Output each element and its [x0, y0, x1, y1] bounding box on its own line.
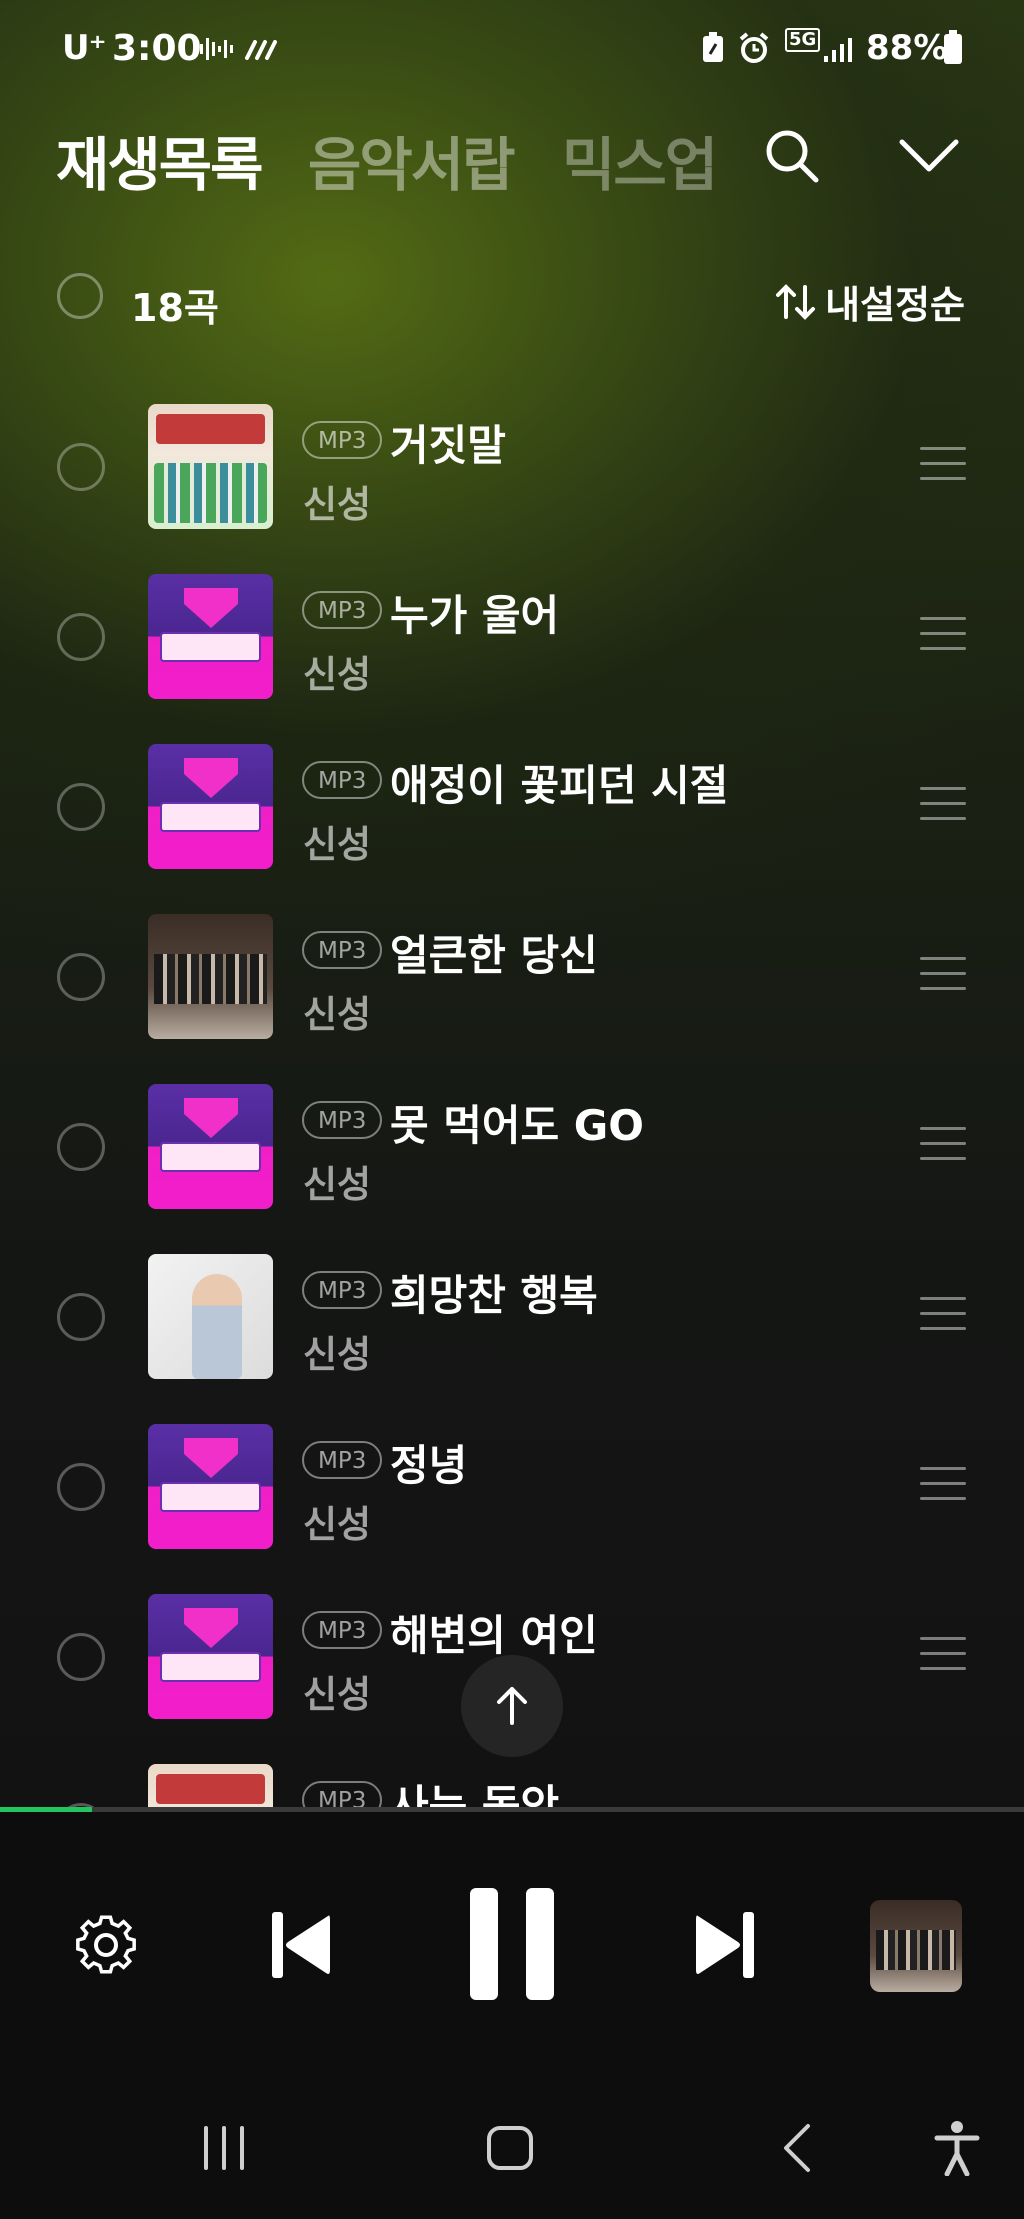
mp3-badge: MP3 — [302, 1781, 383, 1808]
song-count: 18곡 — [131, 286, 219, 330]
album-art — [148, 1764, 273, 1808]
pause-icon[interactable] — [468, 1886, 556, 2002]
song-row[interactable]: MP3 애정이 꽃피던 시절 신성 — [0, 734, 1024, 904]
song-row[interactable]: MP3 사는 동안 신성 — [0, 1754, 1024, 1808]
mp3-badge: MP3 — [302, 1441, 383, 1479]
mp3-badge: MP3 — [302, 1101, 383, 1139]
drag-handle-icon[interactable] — [920, 1467, 966, 1501]
song-checkbox[interactable] — [57, 443, 105, 491]
battery-saver-icon — [703, 32, 723, 62]
scroll-to-top-button[interactable] — [461, 1655, 563, 1757]
carrier-label: U⁺ — [62, 28, 107, 68]
now-playing-album-art[interactable] — [870, 1900, 962, 1992]
song-row[interactable]: MP3 희망찬 행복 신성 — [0, 1244, 1024, 1414]
accessibility-icon[interactable] — [933, 2120, 981, 2176]
tab-playlist[interactable]: 재생목록 — [56, 118, 263, 202]
song-checkbox[interactable] — [57, 1123, 105, 1171]
song-artist: 신성 — [303, 483, 372, 526]
song-artist: 신성 — [303, 1673, 372, 1716]
arrow-up-icon — [497, 1687, 527, 1725]
network-type-icon: 5G — [785, 28, 821, 52]
song-title: 누가 울어 — [390, 591, 560, 640]
progress-fill — [0, 1807, 93, 1812]
sort-icon — [776, 283, 816, 320]
sort-button[interactable]: 내설정순 — [775, 274, 965, 329]
mp3-badge: MP3 — [302, 421, 383, 459]
song-title: 정녕 — [390, 1441, 468, 1490]
mp3-badge: MP3 — [302, 761, 383, 799]
song-title: 못 먹어도 GO — [390, 1101, 644, 1150]
song-artist: 신성 — [303, 993, 372, 1036]
album-art — [148, 574, 273, 699]
tab-mixup[interactable]: 믹스업 — [562, 118, 718, 202]
song-artist: 신성 — [303, 1503, 372, 1546]
album-art — [148, 1254, 273, 1379]
song-checkbox[interactable] — [57, 953, 105, 1001]
song-title: 애정이 꽃피던 시절 — [390, 761, 729, 810]
drag-handle-icon[interactable] — [920, 1297, 966, 1331]
settings-gear-icon[interactable] — [72, 1911, 140, 1979]
battery-percent: 88% — [866, 28, 948, 68]
song-artist: 신성 — [303, 1163, 372, 1206]
select-all-checkbox[interactable] — [57, 273, 103, 319]
signal-icon — [824, 38, 852, 62]
song-title: 해변의 여인 — [390, 1611, 598, 1660]
song-title: 희망찬 행복 — [390, 1271, 598, 1320]
chevron-down-icon[interactable] — [898, 136, 960, 176]
song-checkbox[interactable] — [57, 613, 105, 661]
album-art — [148, 914, 273, 1039]
sort-label: 내설정순 — [825, 283, 965, 327]
album-art — [148, 1594, 273, 1719]
drag-handle-icon[interactable] — [920, 1637, 966, 1671]
song-list[interactable]: MP3 거짓말 신성 MP3 누가 울어 신성 MP3 애정이 꽃피던 시절 신… — [0, 394, 1024, 1808]
mp3-badge: MP3 — [302, 931, 383, 969]
mp3-badge: MP3 — [302, 1271, 383, 1309]
song-row[interactable]: MP3 못 먹어도 GO 신성 — [0, 1074, 1024, 1244]
song-title: 얼큰한 당신 — [390, 931, 598, 980]
song-row[interactable]: MP3 정녕 신성 — [0, 1414, 1024, 1584]
song-row[interactable]: MP3 거짓말 신성 — [0, 394, 1024, 564]
song-title: 거짓말 — [390, 421, 506, 470]
song-row[interactable]: MP3 얼큰한 당신 신성 — [0, 904, 1024, 1074]
song-checkbox[interactable] — [57, 783, 105, 831]
battery-icon — [944, 30, 962, 64]
next-track-icon[interactable] — [694, 1910, 756, 1980]
previous-track-icon[interactable] — [270, 1910, 332, 1980]
clock: 3:00 — [112, 28, 202, 69]
song-checkbox[interactable] — [57, 1633, 105, 1681]
playback-progress[interactable] — [0, 1807, 1024, 1812]
wifi-calling-icon — [245, 40, 277, 60]
drag-handle-icon[interactable] — [920, 957, 966, 991]
album-art — [148, 744, 273, 869]
drag-handle-icon[interactable] — [920, 787, 966, 821]
home-icon[interactable] — [485, 2124, 535, 2172]
song-artist: 신성 — [303, 1333, 372, 1376]
recent-apps-icon[interactable] — [200, 2124, 250, 2172]
voice-wave-icon — [200, 38, 233, 60]
drag-handle-icon[interactable] — [920, 1127, 966, 1161]
song-row[interactable]: MP3 누가 울어 신성 — [0, 564, 1024, 734]
album-art — [148, 1424, 273, 1549]
alarm-icon — [739, 32, 769, 63]
drag-handle-icon[interactable] — [920, 617, 966, 651]
song-checkbox[interactable] — [57, 1293, 105, 1341]
song-title: 사는 동안 — [390, 1781, 560, 1808]
song-artist: 신성 — [303, 823, 372, 866]
song-checkbox[interactable] — [57, 1463, 105, 1511]
mp3-badge: MP3 — [302, 1611, 383, 1649]
drag-handle-icon[interactable] — [920, 447, 966, 481]
album-art — [148, 1084, 273, 1209]
search-icon[interactable] — [762, 126, 822, 186]
mp3-badge: MP3 — [302, 591, 383, 629]
album-art — [148, 404, 273, 529]
back-icon[interactable] — [780, 2122, 814, 2174]
song-artist: 신성 — [303, 653, 372, 696]
tab-music-drawer[interactable]: 음악서랍 — [308, 118, 515, 202]
status-bar: U⁺ 3:00 5G 88% — [0, 0, 1024, 100]
